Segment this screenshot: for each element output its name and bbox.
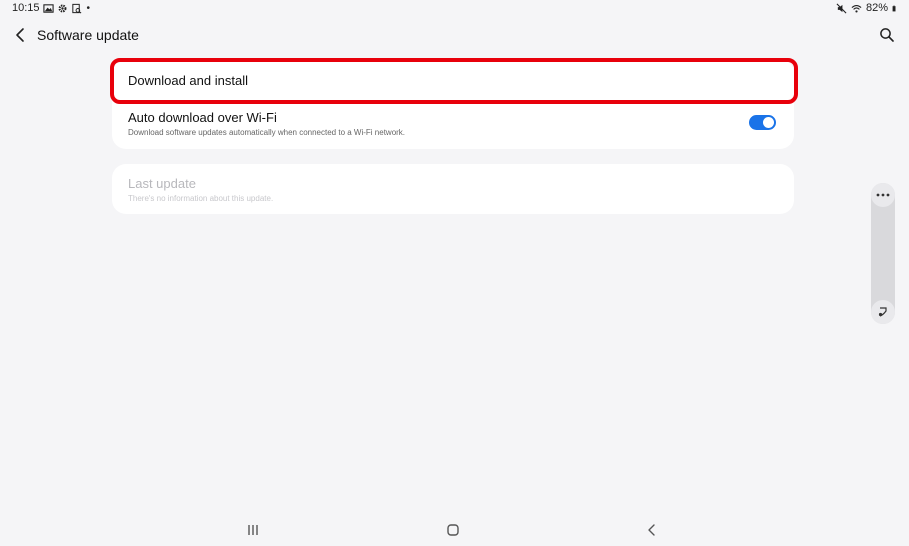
search-icon[interactable]	[879, 27, 895, 43]
navigation-bar	[0, 516, 909, 546]
home-icon[interactable]	[444, 522, 462, 538]
status-right: 82%	[836, 2, 899, 14]
page-title: Software update	[37, 27, 139, 43]
battery-percent: 82%	[865, 2, 888, 14]
app-header: Software update	[0, 22, 909, 50]
status-time: 10:15	[12, 2, 40, 14]
download-and-install-label: Download and install	[128, 73, 248, 88]
edge-more-button[interactable]	[871, 183, 895, 207]
auto-download-label: Auto download over Wi-Fi	[128, 110, 277, 125]
auto-download-item[interactable]: Auto download over Wi-Fi Download softwa…	[112, 107, 794, 149]
auto-download-description: Download software updates automatically …	[128, 128, 406, 137]
update-options-card: Download and install Auto download over …	[112, 59, 794, 149]
nav-back-icon[interactable]	[643, 522, 661, 538]
screenshot-icon	[71, 3, 81, 13]
download-and-install-item[interactable]: Download and install	[112, 59, 794, 103]
mute-icon	[836, 3, 847, 13]
battery-icon	[892, 5, 896, 11]
status-bar: 10:15 • 82%	[0, 0, 909, 18]
more-horizontal-icon	[876, 193, 890, 197]
image-icon	[42, 3, 54, 13]
wifi-icon	[851, 4, 862, 13]
edge-panel-button[interactable]	[871, 300, 895, 324]
recents-icon[interactable]	[244, 522, 262, 538]
last-update-description: There's no information about this update…	[128, 194, 274, 203]
status-left: 10:15 •	[12, 2, 90, 14]
last-update-label: Last update	[128, 176, 196, 191]
gear-icon	[58, 4, 66, 12]
toggle-knob	[763, 117, 774, 128]
auto-download-toggle[interactable]	[749, 115, 776, 130]
edge-panel-handle[interactable]	[871, 183, 895, 324]
status-dot: •	[86, 2, 91, 14]
edge-panel-icon	[878, 307, 887, 317]
last-update-item[interactable]: Last update There's no information about…	[112, 164, 794, 214]
chevron-left-icon[interactable]	[12, 26, 30, 44]
